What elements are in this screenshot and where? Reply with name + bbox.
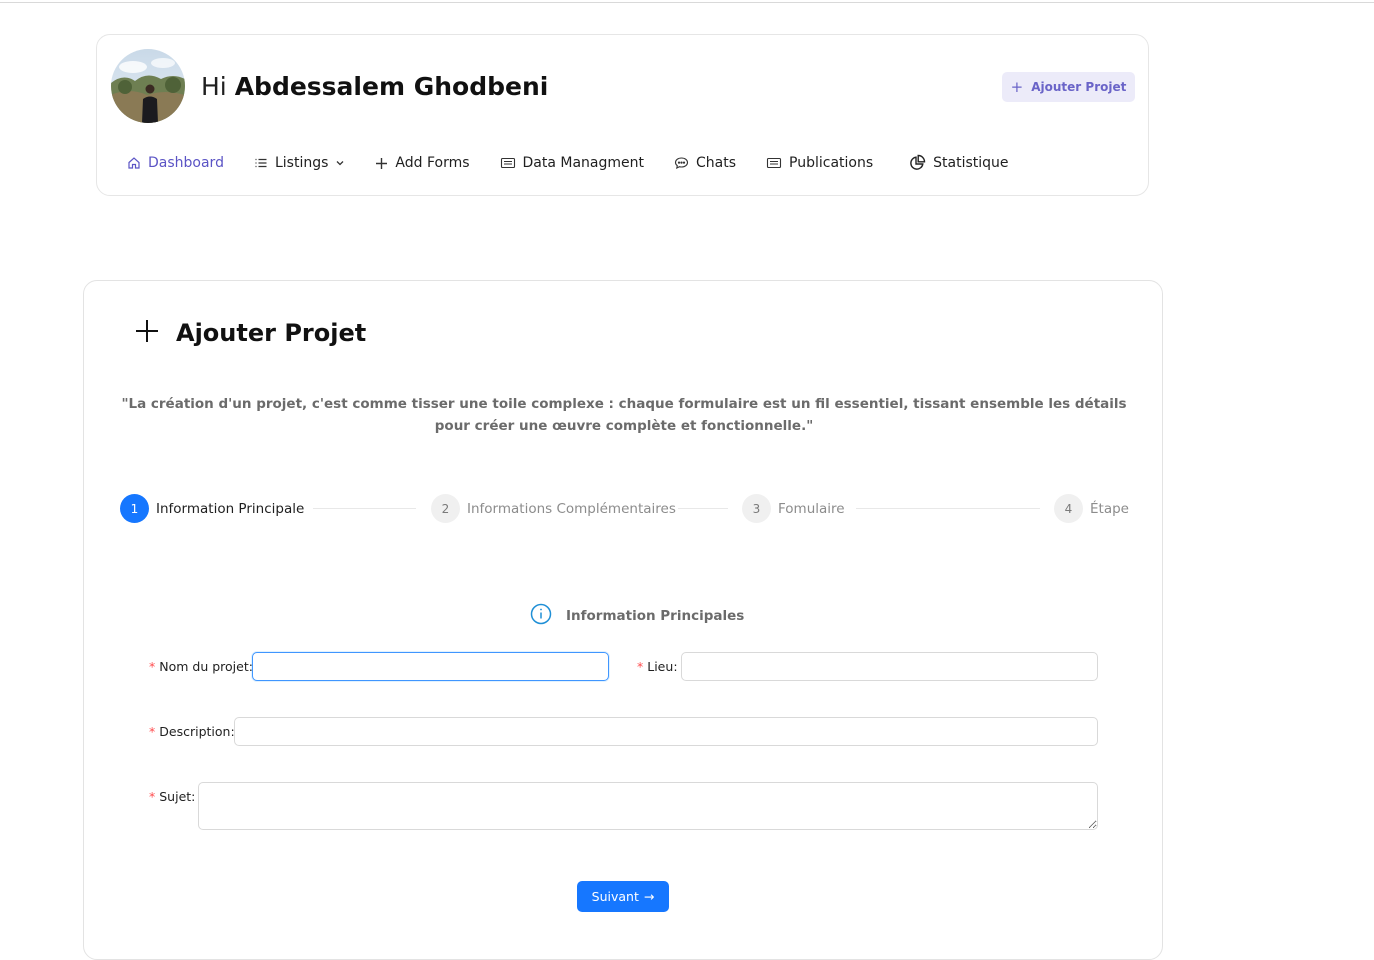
page-title-text: Ajouter Projet xyxy=(176,319,367,347)
add-project-button[interactable]: + Ajouter Projet xyxy=(1002,72,1135,102)
greeting-prefix: Hi xyxy=(201,72,227,101)
label-colon: : xyxy=(673,659,678,674)
plus-icon xyxy=(134,318,160,348)
step-4-number[interactable]: 4 xyxy=(1054,494,1083,523)
home-icon xyxy=(127,156,141,170)
description-label: * Description: xyxy=(149,723,235,741)
required-mark: * xyxy=(149,724,156,739)
intro-quote: "La création d'un projet, c'est comme ti… xyxy=(121,396,1127,434)
nav-label-listings: Listings xyxy=(274,155,329,171)
step-1-label[interactable]: Information Principale xyxy=(156,500,304,518)
plus-icon: + xyxy=(1010,78,1024,96)
nav-item-statistique[interactable]: Statistique xyxy=(908,154,1009,172)
step-3-number[interactable]: 3 xyxy=(742,494,771,523)
label-colon: : xyxy=(191,789,196,804)
step-connector xyxy=(678,508,728,509)
top-divider xyxy=(0,2,1374,3)
location-label: * Lieu: xyxy=(637,658,678,676)
nav-label-chats: Chats xyxy=(696,155,737,171)
nav-label-publications: Publications xyxy=(789,155,874,171)
section-title-text: Information Principales xyxy=(566,608,745,624)
page-title: Ajouter Projet xyxy=(134,318,366,348)
project-name-input[interactable] xyxy=(252,652,609,681)
user-name: Abdessalem Ghodbeni xyxy=(234,72,549,101)
info-icon xyxy=(530,603,552,629)
header-card: Hi Abdessalem Ghodbeni + Ajouter Projet … xyxy=(96,34,1149,196)
document-icon xyxy=(766,156,782,170)
step-2-label[interactable]: Informations Complémentaires xyxy=(467,500,676,518)
next-button-label: Suivant xyxy=(591,889,639,904)
location-label-text: Lieu xyxy=(647,659,674,674)
arrow-right-icon: → xyxy=(643,889,655,904)
nav-label-add-forms: Add Forms xyxy=(395,155,470,171)
add-project-card: Ajouter Projet "La création d'un projet,… xyxy=(83,280,1163,960)
step-connector xyxy=(313,508,416,509)
avatar[interactable] xyxy=(111,49,185,123)
required-mark: * xyxy=(149,789,156,804)
nav-item-data-managment[interactable]: Data Managment xyxy=(500,155,645,171)
project-name-label: * Nom du projet: xyxy=(149,658,253,676)
nav-label-data-managment: Data Managment xyxy=(522,155,645,171)
chat-icon xyxy=(674,156,689,170)
nav-item-add-forms[interactable]: Add Forms xyxy=(375,155,470,171)
nav-label-dashboard: Dashboard xyxy=(148,155,224,171)
plus-icon xyxy=(375,157,388,170)
nav-item-dashboard[interactable]: Dashboard xyxy=(127,155,224,171)
step-3-label[interactable]: Fomulaire xyxy=(778,500,845,518)
step-1-number[interactable]: 1 xyxy=(120,494,149,523)
greeting-heading: Hi Abdessalem Ghodbeni xyxy=(201,71,548,103)
next-button[interactable]: Suivant → xyxy=(577,881,669,912)
chevron-down-icon xyxy=(335,158,345,168)
subject-label: * Sujet: xyxy=(149,788,195,806)
description-input[interactable] xyxy=(234,717,1098,746)
step-connector xyxy=(856,508,1040,509)
add-project-button-label: Ajouter Projet xyxy=(1031,80,1127,94)
step-4-label[interactable]: Étape xyxy=(1090,500,1129,518)
required-mark: * xyxy=(149,659,156,674)
subject-textarea[interactable] xyxy=(198,782,1098,830)
list-icon xyxy=(254,156,268,170)
subject-label-text: Sujet xyxy=(159,789,192,804)
project-name-label-text: Nom du projet xyxy=(159,659,249,674)
step-2-number[interactable]: 2 xyxy=(431,494,460,523)
pie-chart-icon xyxy=(908,154,926,172)
nav-item-chats[interactable]: Chats xyxy=(674,155,736,171)
nav-label-statistique: Statistique xyxy=(933,155,1009,171)
main-nav: Dashboard Listings Add Forms Data Managm… xyxy=(127,151,1009,175)
nav-item-listings[interactable]: Listings xyxy=(254,155,345,171)
description-label-text: Description xyxy=(159,724,231,739)
nav-item-publications[interactable]: Publications xyxy=(766,155,873,171)
required-mark: * xyxy=(637,659,644,674)
document-icon xyxy=(500,156,516,170)
location-input[interactable] xyxy=(681,652,1098,681)
section-title: Information Principales xyxy=(530,603,744,629)
